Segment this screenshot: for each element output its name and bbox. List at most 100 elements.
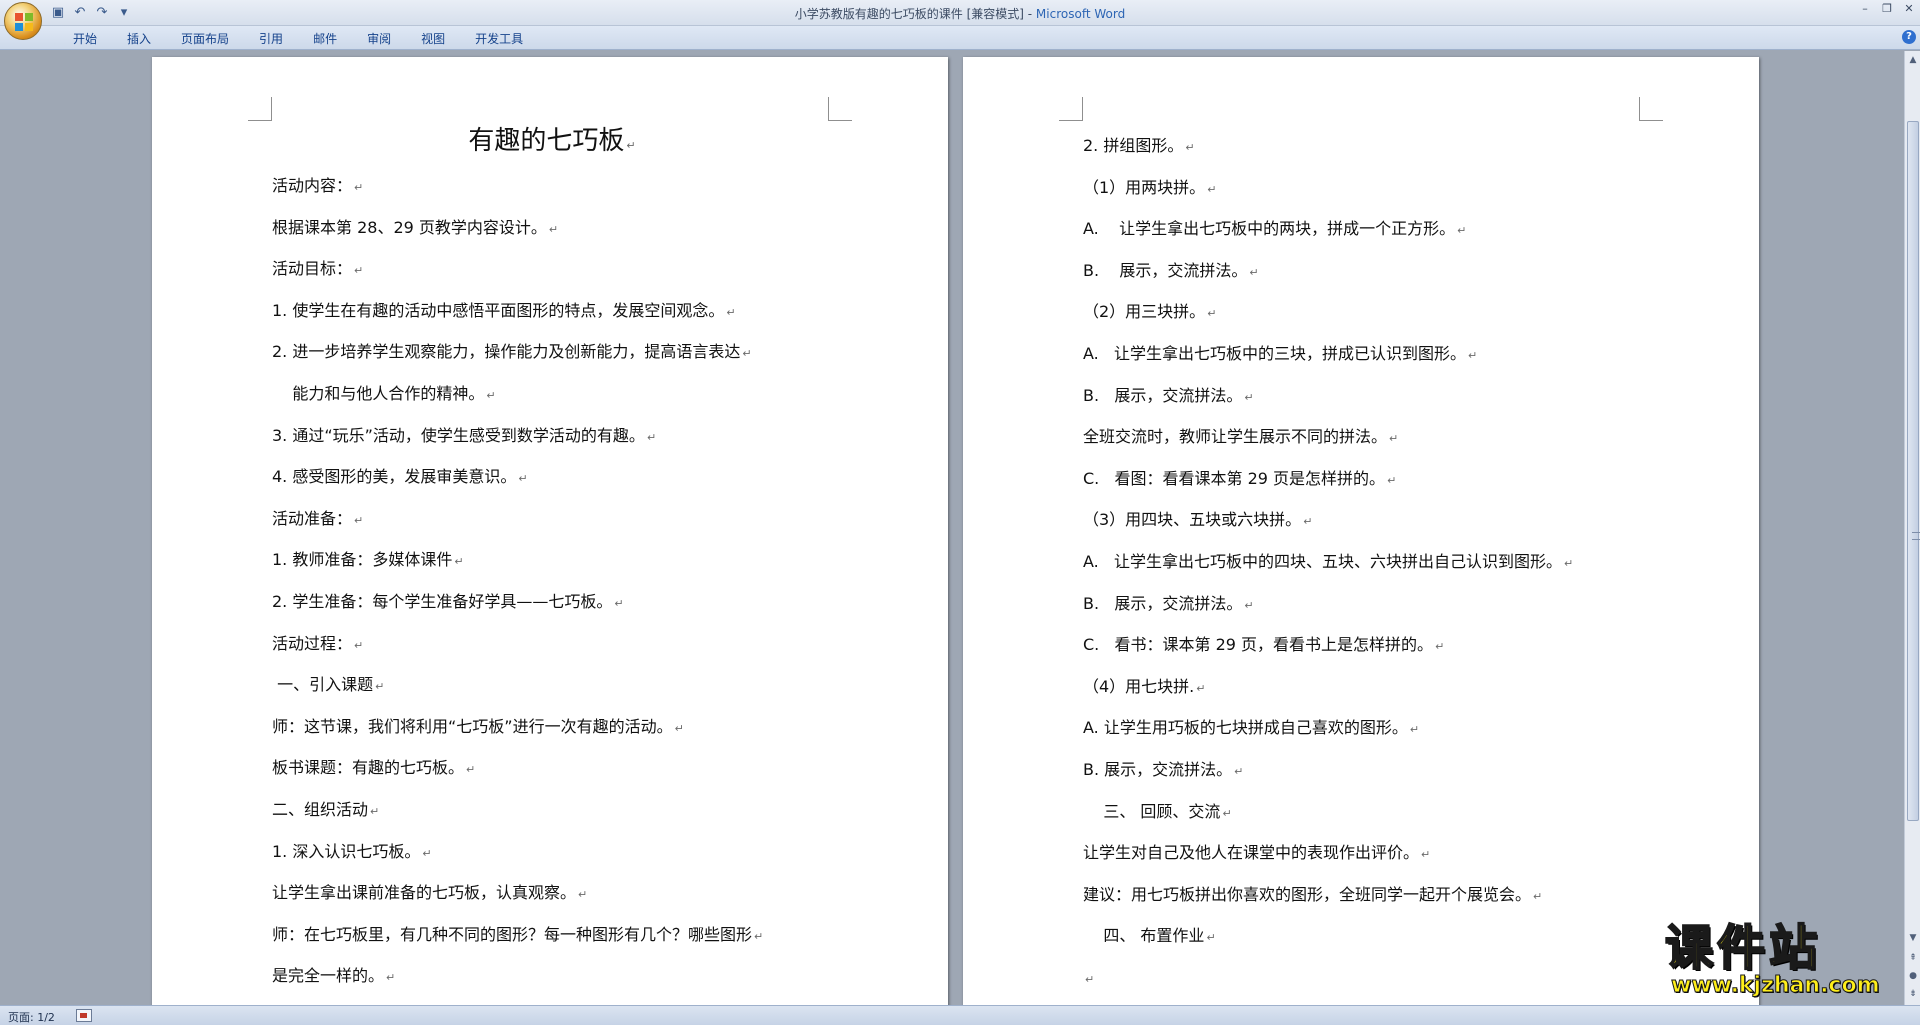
paragraph-line: 师：在七巧板里，有几种不同的图形？每一种图形有几个？哪些图形 ↵ [272,914,832,956]
paragraph-text: 2. 进一步培养学生观察能力，操作能力及创新能力，提高语言表达 [272,342,741,362]
paragraph-mark: ↵ [1435,640,1445,654]
scroll-up-icon[interactable]: ▲ [1906,53,1920,67]
paragraph-mark: ↵ [354,181,364,194]
paragraph-mark: ↵ [1564,556,1574,570]
paragraph-mark: ↵ [1303,515,1313,529]
tab-mailings[interactable]: 邮件 [298,30,352,48]
paragraph-text: 2. 拼组图形。 [1083,136,1184,155]
tab-home[interactable]: 开始 [58,30,112,48]
paragraph-mark: ↵ [375,680,385,694]
application-name: Microsoft Word [1035,7,1126,21]
page-2-text[interactable]: 2. 拼组图形。 ↵ （1）用两块拼。 ↵ A. 让学生拿出七巧板中的两块，拼成一个正方… [1083,125,1643,998]
paragraph-mark: ↵ [1387,473,1397,487]
paragraph-text: 三、 回顾、交流 [1083,801,1221,821]
paragraph-mark: ↵ [1222,806,1232,820]
document-workspace: 有趣的七巧板 ↵ 活动内容： ↵ 根据课本第 28、29 页教学内容设计。 ↵ 活动目标：… [0,51,1904,1005]
paragraph-mark: ↵ [354,264,364,278]
tab-references[interactable]: 引用 [244,30,298,48]
tab-view[interactable]: 视图 [406,30,460,48]
paragraph-mark: ↵ [1533,889,1543,903]
margin-corner-marker [828,97,852,121]
paragraph-text: A. 让学生拿出七巧板中的三块，拼成已认识到图形。 [1083,343,1467,363]
paragraph-text: A. 让学生用巧板的七块拼成自己喜欢的图形。 [1083,718,1408,738]
paragraph-text: （1）用两块拼。 [1083,177,1206,197]
paragraph-mark: ↵ [1196,681,1206,695]
office-button[interactable] [4,2,42,40]
paragraph-line: B. 展示，交流拼法。 ↵ [1083,375,1643,417]
scroll-down-icon[interactable]: ▼ [1906,931,1920,945]
spelling-check-icon[interactable] [76,1009,92,1022]
paragraph-text: 一、引入课题 [272,675,374,695]
paragraph-mark: ↵ [1234,764,1244,778]
minimize-icon[interactable]: – [1858,2,1872,15]
document-name: 小学苏教版有趣的七巧板的课件 [兼容模式] - [794,7,1036,21]
paragraph-line: 4. 感受图形的美，发展审美意识。 ↵ [272,456,832,498]
margin-corner-marker [248,97,272,121]
paragraph-text: （4）用七块拼. [1083,676,1195,696]
paragraph-line: B. 展示，交流拼法。 ↵ [1083,749,1643,791]
document-title: 有趣的七巧板 ↵ [272,121,832,165]
paragraph-mark: ↵ [1457,224,1467,238]
paragraph-mark: ↵ [578,888,588,902]
close-icon[interactable]: ✕ [1902,2,1916,15]
tab-developer[interactable]: 开发工具 [460,30,538,48]
paragraph-line: A. 让学生拿出七巧板中的三块，拼成已认识到图形。 ↵ [1083,333,1643,375]
restore-icon[interactable]: ❐ [1880,2,1894,15]
scrollbar-grip-icon [1912,532,1920,540]
paragraph-line: 三、 回顾、交流 ↵ [1083,791,1643,833]
paragraph-text: C. 看书：课本第 29 页，看看书上是怎样拼的。 [1083,635,1434,655]
paragraph-line: 全班交流时，教师让学生展示不同的拼法。 ↵ [1083,416,1643,458]
paragraph-text: 3. 通过“玩乐”活动，使学生感受到数学活动的有趣。 [272,425,645,445]
paragraph-text: 活动目标： [272,259,353,279]
paragraph-line: 建议：用七巧板拼出你喜欢的图形，全班同学一起开个展览会。 ↵ [1083,874,1643,916]
paragraph-mark: ↵ [454,555,464,569]
paragraph-mark: ↵ [370,804,380,818]
paragraph-mark: ↵ [742,347,752,361]
vertical-scrollbar[interactable]: ▲ ▼ ⇞ ● ⇟ [1904,51,1920,1005]
tab-page-layout[interactable]: 页面布局 [166,30,244,48]
next-page-icon[interactable]: ⇟ [1906,987,1920,1001]
paragraph-text: 活动准备： [272,508,353,528]
paragraph-line: A. 让学生拿出七巧板中的两块，拼成一个正方形。 ↵ [1083,208,1643,250]
paragraph-line: 二、组织活动 ↵ [272,789,832,831]
paragraph-text: 二、组织活动 [272,799,369,819]
page-2[interactable]: 2. 拼组图形。 ↵ （1）用两块拼。 ↵ A. 让学生拿出七巧板中的两块，拼成一个正方… [963,57,1759,1005]
paragraph-line: 师：这节课，我们将利用“七巧板”进行一次有趣的活动。 ↵ [272,706,832,748]
paragraph-line: 活动过程： ↵ [272,623,832,665]
paragraph-text: 让学生对自己及他人在课堂中的表现作出评价。 [1083,843,1420,863]
ribbon-tab-bar: 开始 插入 页面布局 引用 邮件 审阅 视图 开发工具 ? [0,26,1920,50]
page-1-text[interactable]: 有趣的七巧板 ↵ 活动内容： ↵ 根据课本第 28、29 页教学内容设计。 ↵ 活动目标：… [272,121,832,997]
site-watermark-logo: 课件站 www.kjzhan.com [1664,921,1895,1002]
paragraph-mark: ↵ [1244,598,1254,612]
paragraph-mark: ↵ [354,513,364,527]
paragraph-line: 2. 学生准备：每个学生准备好学具——七巧板。 ↵ [272,581,832,623]
page-indicator[interactable]: 页面: 1/2 [8,1009,55,1025]
paragraph-mark: ↵ [386,971,396,985]
scrollbar-thumb[interactable] [1907,121,1920,821]
browse-object-icon[interactable]: ● [1906,969,1920,983]
paragraph-mark: ↵ [1249,265,1259,279]
paragraph-text: 板书课题：有趣的七巧板。 [272,758,465,778]
paragraph-mark: ↵ [646,430,657,444]
ribbon-tabs: 开始 插入 页面布局 引用 邮件 审阅 视图 开发工具 [58,30,538,48]
paragraph-line: A. 让学生用巧板的七块拼成自己喜欢的图形。 ↵ [1083,707,1643,749]
page-1[interactable]: 有趣的七巧板 ↵ 活动内容： ↵ 根据课本第 28、29 页教学内容设计。 ↵ 活动目标：… [152,57,948,1005]
paragraph-text: A. 让学生拿出七巧板中的两块，拼成一个正方形。 [1083,219,1456,239]
tab-insert[interactable]: 插入 [112,30,166,48]
paragraph-line: 根据课本第 28、29 页教学内容设计。 ↵ [272,207,832,249]
paragraph-line: 活动准备： ↵ [272,498,832,540]
paragraph-mark: ↵ [1207,182,1217,196]
window-title: 小学苏教版有趣的七巧板的课件 [兼容模式] - Microsoft Word [0,5,1920,22]
paragraph-line: （4）用七块拼. ↵ [1083,666,1643,708]
paragraph-mark: ↵ [1421,848,1431,862]
paragraph-text: 1. 使学生在有趣的活动中感悟平面图形的特点，发展空间观念。 [272,300,725,320]
paragraph-line: 1. 教师准备：多媒体课件 ↵ [272,539,832,581]
paragraph-mark: ↵ [1244,390,1254,404]
help-icon[interactable]: ? [1902,30,1916,44]
previous-page-icon[interactable]: ⇞ [1906,951,1920,965]
paragraph-text: 4. 感受图形的美，发展审美意识。 [272,467,517,487]
paragraph-mark: ↵ [422,846,432,860]
tab-review[interactable]: 审阅 [352,30,406,48]
paragraph-text: 全班交流时，教师让学生展示不同的拼法。 [1083,427,1388,447]
paragraph-line: 2. 拼组图形。 ↵ [1083,125,1643,167]
